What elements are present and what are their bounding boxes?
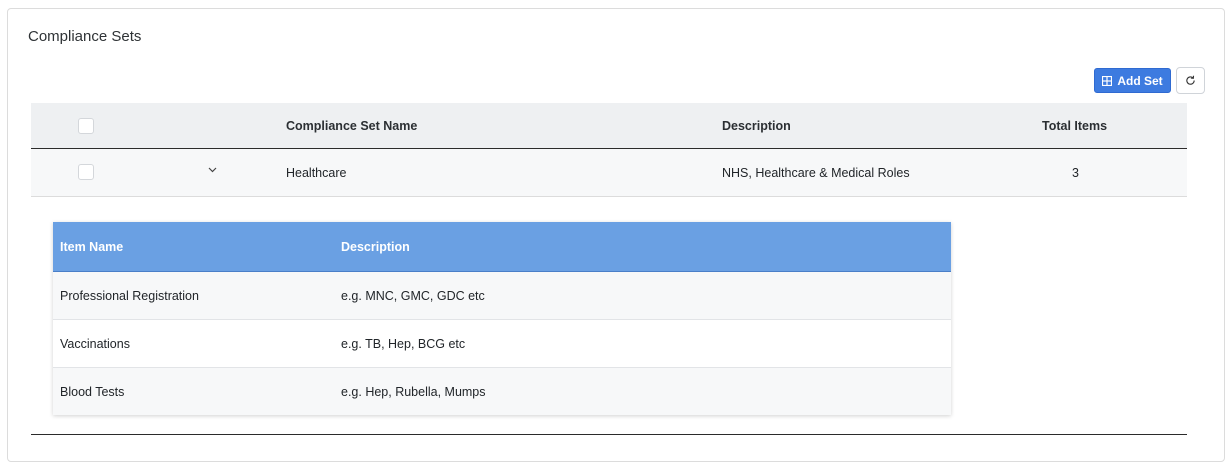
header-total-items[interactable]: Total Items bbox=[1042, 103, 1107, 148]
sub-header-item-name[interactable]: Item Name bbox=[60, 222, 123, 271]
item-name: Blood Tests bbox=[60, 384, 125, 399]
card-title: Compliance Sets bbox=[28, 28, 142, 45]
table-row[interactable]: Healthcare NHS, Healthcare & Medical Rol… bbox=[31, 149, 1187, 197]
sub-table-header: Item Name Description bbox=[53, 222, 951, 272]
select-all-checkbox[interactable] bbox=[78, 118, 94, 134]
add-set-label: Add Set bbox=[1117, 73, 1163, 88]
grid-plus-icon bbox=[1102, 75, 1113, 86]
table-header: Compliance Set Name Description Total It… bbox=[31, 103, 1187, 149]
row-name: Healthcare bbox=[286, 165, 347, 180]
item-description: e.g. MNC, GMC, GDC etc bbox=[341, 288, 485, 303]
item-description: e.g. Hep, Rubella, Mumps bbox=[341, 384, 486, 399]
chevron-down-icon[interactable] bbox=[208, 165, 217, 176]
table-footer-divider bbox=[31, 434, 1187, 435]
refresh-icon bbox=[1186, 75, 1195, 85]
item-name: Vaccinations bbox=[60, 336, 130, 351]
compliance-sets-table: Compliance Set Name Description Total It… bbox=[31, 103, 1187, 197]
header-description[interactable]: Description bbox=[722, 103, 791, 148]
compliance-items-table: Item Name Description Professional Regis… bbox=[53, 222, 951, 415]
row-total-items: 3 bbox=[1072, 165, 1079, 180]
item-name: Professional Registration bbox=[60, 288, 199, 303]
list-item[interactable]: Professional Registration e.g. MNC, GMC,… bbox=[53, 272, 951, 320]
sub-header-description[interactable]: Description bbox=[341, 222, 410, 271]
row-checkbox[interactable] bbox=[78, 164, 94, 180]
refresh-button[interactable] bbox=[1176, 67, 1205, 94]
item-description: e.g. TB, Hep, BCG etc bbox=[341, 336, 466, 351]
add-set-button[interactable]: Add Set bbox=[1094, 68, 1171, 93]
header-name[interactable]: Compliance Set Name bbox=[286, 103, 417, 148]
list-item[interactable]: Vaccinations e.g. TB, Hep, BCG etc bbox=[53, 320, 951, 368]
row-description: NHS, Healthcare & Medical Roles bbox=[722, 165, 910, 180]
list-item[interactable]: Blood Tests e.g. Hep, Rubella, Mumps bbox=[53, 368, 951, 415]
